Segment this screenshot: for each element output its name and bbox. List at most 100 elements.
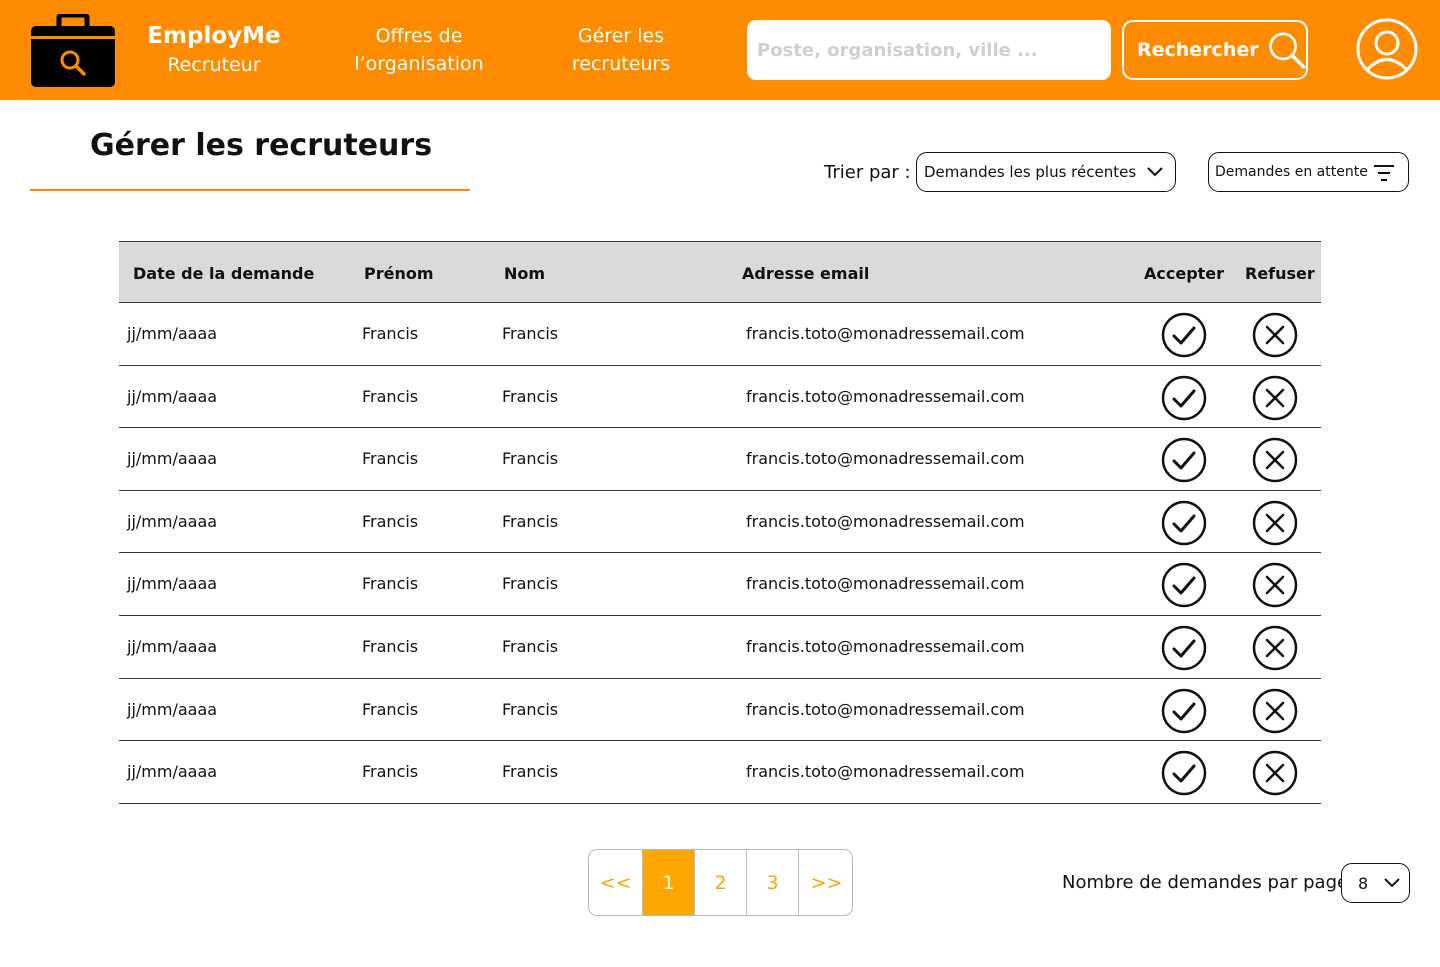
cell-lastname: Francis	[502, 636, 559, 656]
recruiter-requests-table: Date de la demande Prénom Nom Adresse em…	[119, 241, 1321, 804]
table-row: jj/mm/aaaa Francis Francis francis.toto@mon…	[119, 428, 1321, 491]
table-row: jj/mm/aaaa Francis Francis francis.toto@mon…	[119, 303, 1321, 366]
table-row: jj/mm/aaaa Francis Francis francis.toto@mon…	[119, 616, 1321, 679]
cell-firstname: Francis	[362, 449, 419, 469]
cell-firstname: Francis	[362, 386, 419, 406]
column-header-refuse: Refuser	[1245, 264, 1315, 283]
x-circle-icon[interactable]	[1252, 625, 1298, 671]
cell-date: jj/mm/aaaa	[127, 386, 218, 406]
cell-email: francis.toto@monadressemail.com	[746, 511, 1025, 531]
x-circle-icon[interactable]	[1252, 750, 1298, 796]
check-circle-icon[interactable]	[1161, 562, 1207, 608]
column-header-date: Date de la demande	[133, 264, 315, 283]
cell-firstname: Francis	[362, 324, 419, 343]
cell-date: jj/mm/aaaa	[127, 324, 218, 343]
table-row: jj/mm/aaaa Francis Francis francis.toto@mon…	[119, 366, 1321, 429]
nav-label-line1: Gérer les	[577, 25, 665, 47]
page-button-1[interactable]: 1	[643, 850, 695, 915]
cell-lastname: Francis	[502, 511, 559, 531]
nav-label-line2: l’organisation	[354, 53, 484, 75]
cell-firstname: Francis	[362, 762, 419, 782]
cell-firstname: Francis	[362, 574, 419, 594]
table-row: jj/mm/aaaa Francis Francis francis.toto@mon…	[119, 679, 1321, 742]
search-button[interactable]: Rechercher	[1122, 20, 1308, 80]
cell-lastname: Francis	[502, 762, 559, 782]
column-header-accept: Accepter	[1144, 264, 1225, 283]
cell-firstname: Francis	[362, 699, 419, 719]
cell-date: jj/mm/aaaa	[127, 449, 218, 469]
page-last-button[interactable]: >>	[799, 850, 852, 915]
search-button-label: Rechercher	[1137, 39, 1259, 61]
cell-firstname: Francis	[362, 636, 419, 656]
column-header-lastname: Nom	[504, 264, 546, 283]
per-page-value: 8	[1358, 874, 1369, 893]
chevron-down-icon	[1147, 167, 1163, 177]
cell-date: jj/mm/aaaa	[127, 574, 218, 594]
cell-date: jj/mm/aaaa	[127, 699, 218, 719]
search-input[interactable]	[747, 20, 1111, 80]
chevron-down-icon	[1384, 878, 1400, 888]
sort-select[interactable]: Demandes les plus récentes	[916, 152, 1176, 192]
table-body: jj/mm/aaaa Francis Francis francis.toto@mon…	[119, 303, 1321, 804]
cell-email: francis.toto@monadressemail.com	[746, 762, 1025, 782]
cell-lastname: Francis	[502, 449, 559, 469]
table-header: Date de la demande Prénom Nom Adresse em…	[119, 241, 1321, 303]
top-header: EmployMe Recruteur Offres de l’organisat…	[0, 0, 1440, 100]
check-circle-icon[interactable]	[1161, 375, 1207, 421]
table-row: jj/mm/aaaa Francis Francis francis.toto@mon…	[119, 741, 1321, 804]
check-circle-icon[interactable]	[1161, 500, 1207, 546]
brand-role: Recruteur	[167, 54, 261, 76]
x-circle-icon[interactable]	[1252, 500, 1298, 546]
x-circle-icon[interactable]	[1252, 437, 1298, 483]
cell-email: francis.toto@monadressemail.com	[746, 386, 1025, 406]
cell-date: jj/mm/aaaa	[127, 636, 218, 656]
cell-email: francis.toto@monadressemail.com	[746, 324, 1025, 343]
x-circle-icon[interactable]	[1252, 562, 1298, 608]
check-circle-icon[interactable]	[1161, 312, 1207, 358]
page-title: Gérer les recruteurs	[90, 128, 433, 163]
cell-email: francis.toto@monadressemail.com	[746, 699, 1025, 719]
magnifier-icon	[1268, 32, 1306, 69]
column-header-email: Adresse email	[742, 264, 870, 283]
cell-date: jj/mm/aaaa	[127, 762, 218, 782]
cell-email: francis.toto@monadressemail.com	[746, 449, 1025, 469]
x-circle-icon[interactable]	[1252, 688, 1298, 734]
cell-lastname: Francis	[502, 324, 559, 343]
filter-icon	[1374, 165, 1394, 181]
cell-lastname: Francis	[502, 699, 559, 719]
filter-select[interactable]: Demandes en attente	[1208, 152, 1409, 192]
x-circle-icon[interactable]	[1252, 312, 1298, 358]
brand-name: EmployMe	[147, 23, 281, 49]
nav-label-line2: recruteurs	[571, 53, 671, 75]
cell-lastname: Francis	[502, 574, 559, 594]
column-header-firstname: Prénom	[364, 264, 434, 283]
nav-offres-organisation[interactable]: Offres de l’organisation	[340, 22, 498, 78]
sort-select-value: Demandes les plus récentes	[924, 163, 1137, 181]
page-first-button[interactable]: <<	[589, 850, 643, 915]
check-circle-icon[interactable]	[1161, 750, 1207, 796]
check-circle-icon[interactable]	[1161, 688, 1207, 734]
cell-lastname: Francis	[502, 386, 559, 406]
table-row: jj/mm/aaaa Francis Francis francis.toto@mon…	[119, 491, 1321, 554]
cell-email: francis.toto@monadressemail.com	[746, 636, 1025, 656]
check-circle-icon[interactable]	[1161, 625, 1207, 671]
page-button-2[interactable]: 2	[695, 850, 747, 915]
nav-label-line1: Offres de	[375, 25, 463, 47]
user-avatar-icon[interactable]	[1356, 18, 1418, 80]
pagination: << 1 2 3 >>	[588, 849, 853, 916]
sort-label: Trier par :	[824, 162, 911, 183]
cell-date: jj/mm/aaaa	[127, 511, 218, 531]
nav-gerer-recruteurs[interactable]: Gérer les recruteurs	[545, 22, 697, 78]
brand[interactable]: EmployMe Recruteur	[140, 20, 288, 78]
page-button-3[interactable]: 3	[747, 850, 799, 915]
table-row: jj/mm/aaaa Francis Francis francis.toto@mon…	[119, 553, 1321, 616]
title-underline	[30, 189, 470, 191]
x-circle-icon[interactable]	[1252, 375, 1298, 421]
filter-select-value: Demandes en attente	[1215, 164, 1368, 180]
briefcase-search-icon[interactable]	[30, 14, 116, 88]
check-circle-icon[interactable]	[1161, 437, 1207, 483]
per-page-label: Nombre de demandes par page	[1062, 872, 1349, 893]
per-page-select[interactable]: 8	[1341, 863, 1410, 903]
cell-firstname: Francis	[362, 511, 419, 531]
cell-email: francis.toto@monadressemail.com	[746, 574, 1025, 594]
